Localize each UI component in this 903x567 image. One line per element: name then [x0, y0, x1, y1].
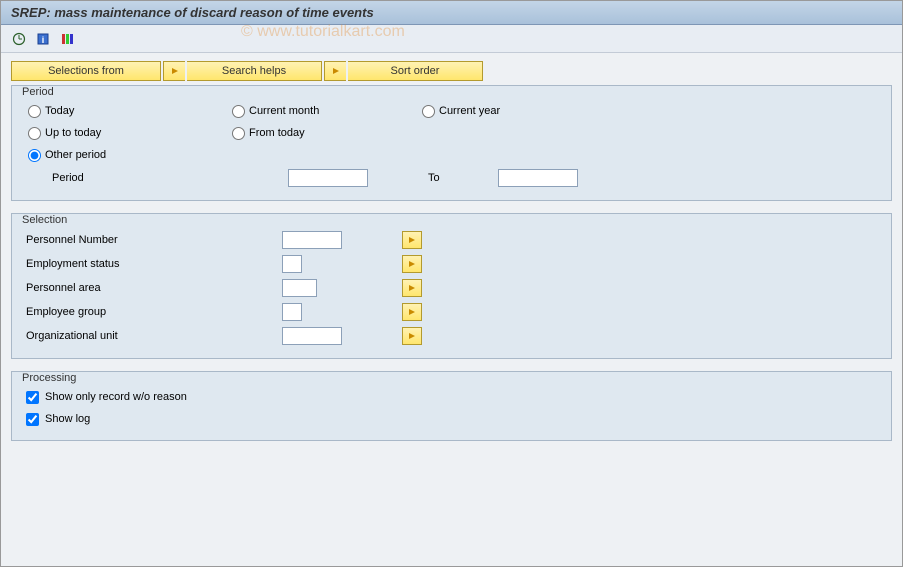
- multi-employee-group[interactable]: [402, 303, 422, 321]
- search-helps-label: Search helps: [222, 65, 286, 77]
- chk-show-log[interactable]: Show log: [22, 408, 881, 430]
- row-employment-status: Employment status: [22, 252, 881, 276]
- period-from-input[interactable]: [288, 169, 368, 187]
- input-employment-status[interactable]: [282, 255, 302, 273]
- label-personnel-area: Personnel area: [22, 282, 282, 294]
- input-employee-group[interactable]: [282, 303, 302, 321]
- period-legend: Period: [18, 86, 58, 100]
- radio-current-month[interactable]: Current month: [232, 105, 422, 118]
- radio-today[interactable]: Today: [22, 105, 232, 118]
- selection-legend: Selection: [18, 214, 71, 228]
- sort-order-label: Sort order: [391, 65, 440, 77]
- input-personnel-number[interactable]: [282, 231, 342, 249]
- radio-current-year[interactable]: Current year: [422, 105, 500, 118]
- multi-organizational-unit[interactable]: [402, 327, 422, 345]
- multi-employment-status[interactable]: [402, 255, 422, 273]
- search-helps-button[interactable]: Search helps: [187, 61, 322, 81]
- period-to-input[interactable]: [498, 169, 578, 187]
- period-from-label: Period: [52, 172, 288, 184]
- sort-order-arrow[interactable]: [324, 61, 346, 81]
- selections-from-button[interactable]: Selections from: [11, 61, 161, 81]
- row-employee-group: Employee group: [22, 300, 881, 324]
- label-employment-status: Employment status: [22, 258, 282, 270]
- row-organizational-unit: Organizational unit: [22, 324, 881, 348]
- svg-text:i: i: [42, 35, 45, 45]
- title-text: SREP: mass maintenance of discard reason…: [11, 5, 374, 20]
- radio-from-today[interactable]: From today: [232, 127, 305, 140]
- info-icon[interactable]: i: [33, 29, 53, 49]
- row-personnel-number: Personnel Number: [22, 228, 881, 252]
- label-personnel-number: Personnel Number: [22, 234, 282, 246]
- processing-legend: Processing: [18, 372, 80, 386]
- variant-icon[interactable]: [57, 29, 77, 49]
- search-helps-arrow[interactable]: [163, 61, 185, 81]
- selections-from-label: Selections from: [48, 65, 124, 77]
- period-group: Period Today Current month Current year …: [11, 85, 892, 201]
- input-organizational-unit[interactable]: [282, 327, 342, 345]
- multi-personnel-area[interactable]: [402, 279, 422, 297]
- row-personnel-area: Personnel area: [22, 276, 881, 300]
- multi-personnel-number[interactable]: [402, 231, 422, 249]
- period-to-label: To: [428, 172, 498, 184]
- processing-group: Processing Show only record w/o reason S…: [11, 371, 892, 441]
- execute-icon[interactable]: [9, 29, 29, 49]
- action-button-row: Selections from Search helps Sort order: [11, 61, 892, 81]
- label-organizational-unit: Organizational unit: [22, 330, 282, 342]
- sort-order-button[interactable]: Sort order: [348, 61, 483, 81]
- radio-up-to-today[interactable]: Up to today: [22, 127, 232, 140]
- input-personnel-area[interactable]: [282, 279, 317, 297]
- chk-show-only[interactable]: Show only record w/o reason: [22, 386, 881, 408]
- selection-group: Selection Personnel Number Employment st…: [11, 213, 892, 359]
- icon-toolbar: i: [1, 25, 902, 53]
- radio-other-period[interactable]: Other period: [22, 149, 232, 162]
- window-title: SREP: mass maintenance of discard reason…: [1, 1, 902, 25]
- label-employee-group: Employee group: [22, 306, 282, 318]
